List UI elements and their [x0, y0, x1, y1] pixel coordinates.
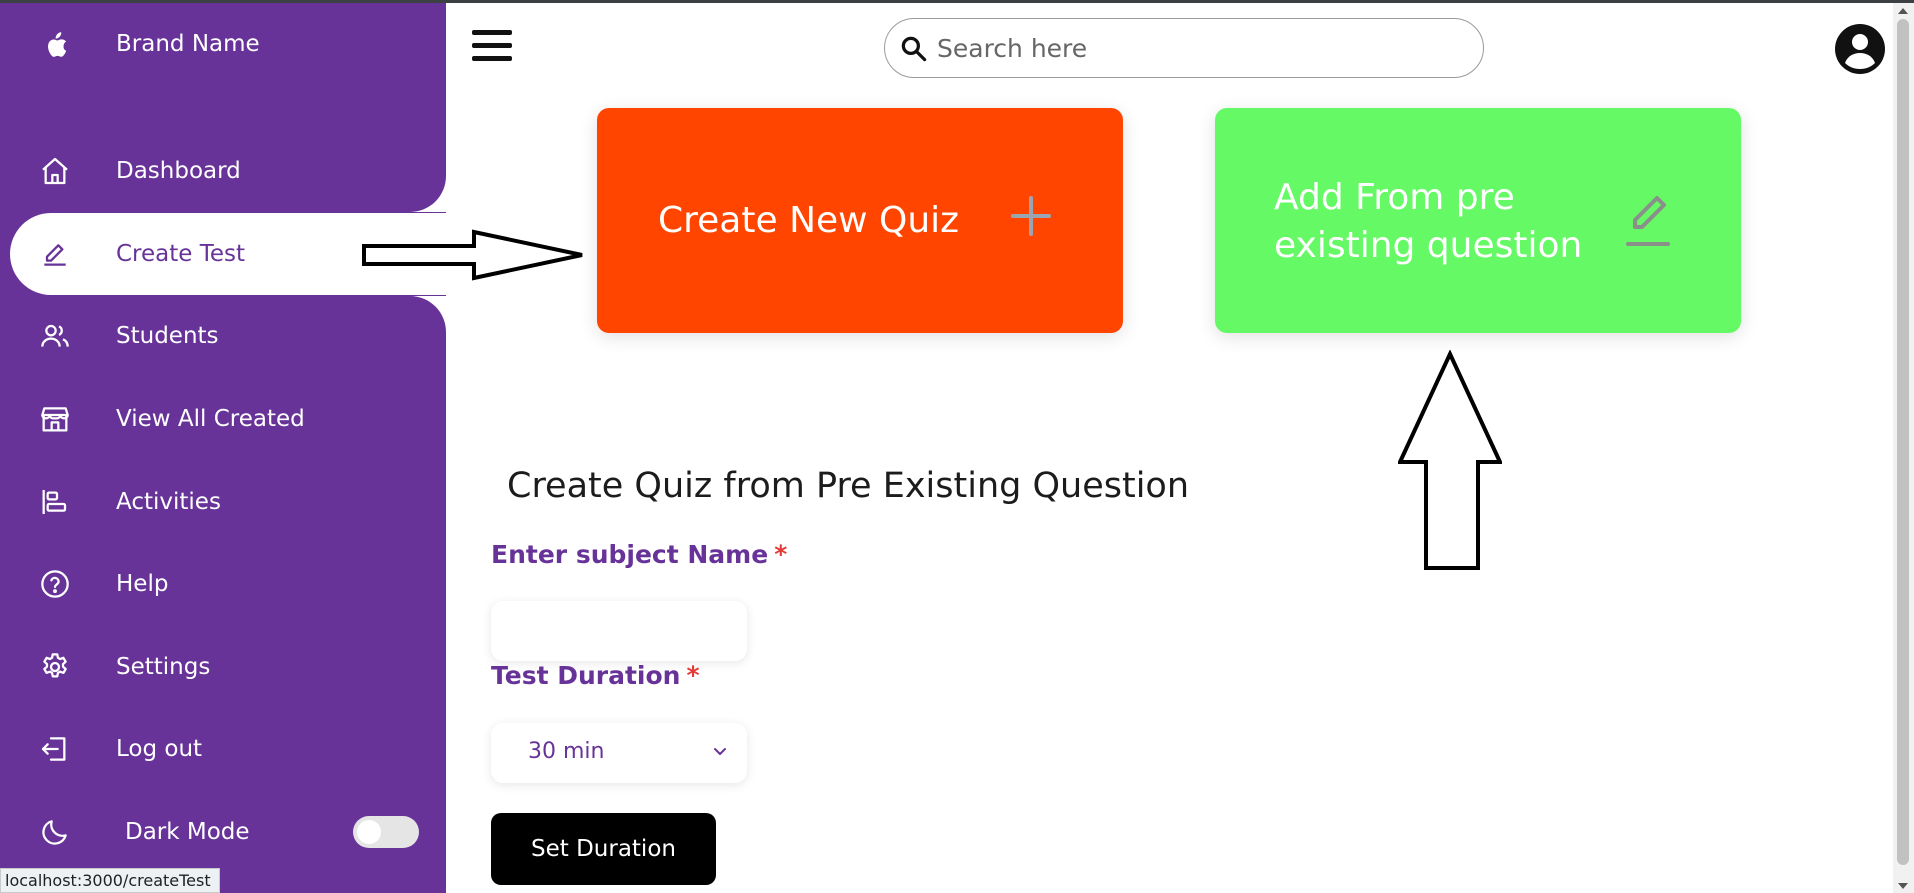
gear-icon [38, 650, 72, 684]
sidebar-item-activities[interactable]: Activities [0, 461, 446, 543]
chevron-down-icon [714, 748, 726, 755]
hamburger-icon[interactable] [470, 30, 512, 64]
sidebar: Brand Name Dashboard Create Test Student… [0, 0, 446, 893]
sidebar-item-label: Create Test [116, 241, 246, 267]
sidebar-item-dashboard[interactable]: Dashboard [0, 130, 446, 212]
duration-value: 30 min [528, 739, 605, 764]
sidebar-item-label: Help [116, 571, 169, 597]
edit-icon [1626, 196, 1670, 246]
scrollbar[interactable] [1893, 3, 1914, 893]
user-circle-icon[interactable] [1834, 23, 1886, 75]
scroll-down-arrow[interactable] [1898, 883, 1908, 889]
search-input[interactable] [937, 27, 1457, 69]
toggle-knob [357, 820, 381, 844]
sidebar-item-label: Settings [116, 654, 211, 680]
required-mark: * [686, 661, 700, 690]
moon-icon [38, 815, 72, 849]
form-title: Create Quiz from Pre Existing Question [507, 466, 1190, 506]
duration-select[interactable]: 30 min [491, 723, 747, 783]
subject-name-input[interactable] [491, 601, 747, 661]
dark-mode-toggle[interactable] [353, 816, 419, 848]
plus-icon [1011, 196, 1051, 236]
brand[interactable]: Brand Name [40, 25, 260, 65]
brand-name: Brand Name [116, 31, 260, 57]
required-mark: * [774, 540, 788, 569]
subject-label: Enter subject Name * [491, 540, 787, 569]
users-icon [38, 319, 72, 353]
create-new-quiz-card[interactable]: Create New Quiz [597, 108, 1123, 333]
sidebar-item-students[interactable]: Students [0, 295, 446, 377]
sidebar-item-label: Log out [116, 736, 203, 762]
set-duration-button[interactable]: Set Duration [491, 813, 716, 885]
add-from-existing-card[interactable]: Add From pre existing question [1215, 108, 1741, 333]
dark-mode-label: Dark Mode [125, 819, 250, 845]
card-title: Create New Quiz [658, 200, 960, 241]
sidebar-item-settings[interactable]: Settings [0, 626, 446, 708]
sidebar-item-help[interactable]: Help [0, 543, 446, 625]
sidebar-item-label: View All Created [116, 406, 305, 432]
home-icon [38, 154, 72, 188]
apple-icon [40, 28, 70, 62]
subject-label-text: Enter subject Name [491, 540, 769, 569]
active-tab-curve-top [410, 176, 446, 212]
logout-icon [38, 732, 72, 766]
search-bar [884, 18, 1484, 78]
sidebar-item-label: Dashboard [116, 158, 241, 184]
annotation-arrow-right [362, 229, 583, 281]
card-title: Add From pre existing question [1274, 177, 1583, 266]
sidebar-item-view-all-created[interactable]: View All Created [0, 378, 446, 460]
duration-label-text: Test Duration [491, 661, 681, 690]
bars-icon [38, 485, 72, 519]
search-icon [901, 36, 927, 62]
store-icon [38, 402, 72, 436]
pencil-icon [38, 237, 72, 271]
scroll-up-arrow[interactable] [1898, 8, 1908, 14]
browser-top-border [0, 0, 1914, 3]
status-url: localhost:3000/createTest [0, 868, 220, 893]
sidebar-item-label: Activities [116, 489, 221, 515]
sidebar-item-logout[interactable]: Log out [0, 708, 446, 790]
annotation-arrow-up [1398, 350, 1502, 570]
help-circle-icon [38, 567, 72, 601]
duration-label: Test Duration * [491, 661, 700, 690]
scrollbar-thumb[interactable] [1897, 19, 1909, 865]
sidebar-item-label: Students [116, 323, 219, 349]
